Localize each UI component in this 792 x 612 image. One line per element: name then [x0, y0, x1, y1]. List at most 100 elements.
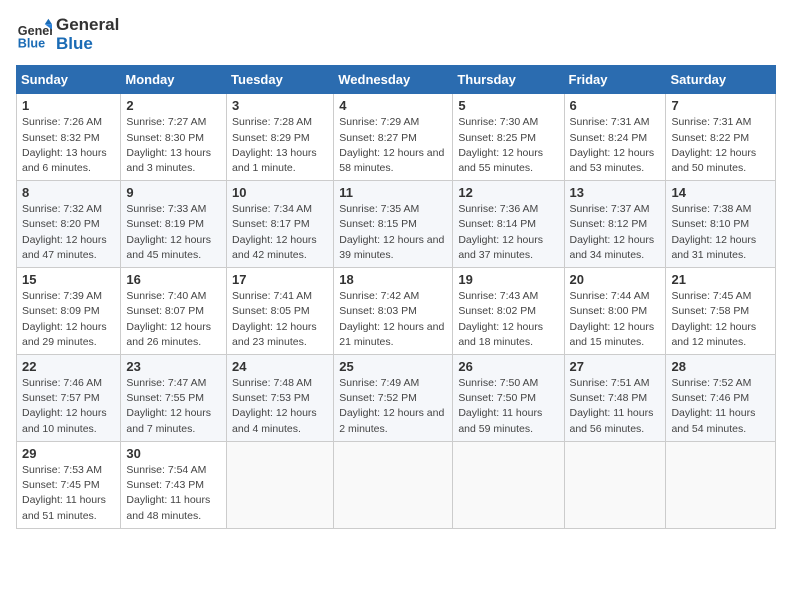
sunset-label: Sunset: 7:45 PM	[22, 479, 100, 491]
col-header-tuesday: Tuesday	[227, 66, 334, 94]
day-cell-29: 29 Sunrise: 7:53 AM Sunset: 7:45 PM Dayl…	[17, 441, 121, 528]
sunset-label: Sunset: 8:14 PM	[458, 218, 536, 230]
daylight-label: Daylight: 12 hours and 7 minutes.	[126, 407, 211, 434]
daylight-label: Daylight: 12 hours and 4 minutes.	[232, 407, 317, 434]
logo-blue: Blue	[56, 35, 119, 54]
sunrise-label: Sunrise: 7:43 AM	[458, 290, 538, 302]
calendar-week-row: 29 Sunrise: 7:53 AM Sunset: 7:45 PM Dayl…	[17, 441, 776, 528]
empty-cell	[666, 441, 776, 528]
day-info: Sunrise: 7:51 AM Sunset: 7:48 PM Dayligh…	[570, 376, 661, 437]
day-info: Sunrise: 7:43 AM Sunset: 8:02 PM Dayligh…	[458, 289, 558, 350]
sunset-label: Sunset: 8:03 PM	[339, 305, 417, 317]
day-number: 29	[22, 446, 115, 461]
daylight-label: Daylight: 12 hours and 37 minutes.	[458, 234, 543, 261]
sunset-label: Sunset: 7:48 PM	[570, 392, 648, 404]
day-number: 14	[671, 185, 770, 200]
day-number: 20	[570, 272, 661, 287]
sunrise-label: Sunrise: 7:36 AM	[458, 203, 538, 215]
day-info: Sunrise: 7:54 AM Sunset: 7:43 PM Dayligh…	[126, 463, 221, 524]
sunrise-label: Sunrise: 7:50 AM	[458, 377, 538, 389]
day-number: 24	[232, 359, 328, 374]
daylight-label: Daylight: 12 hours and 15 minutes.	[570, 321, 655, 348]
sunrise-label: Sunrise: 7:37 AM	[570, 203, 650, 215]
logo-general: General	[56, 16, 119, 35]
day-cell-13: 13 Sunrise: 7:37 AM Sunset: 8:12 PM Dayl…	[564, 181, 666, 268]
day-cell-11: 11 Sunrise: 7:35 AM Sunset: 8:15 PM Dayl…	[334, 181, 453, 268]
day-info: Sunrise: 7:33 AM Sunset: 8:19 PM Dayligh…	[126, 202, 221, 263]
sunset-label: Sunset: 7:55 PM	[126, 392, 204, 404]
day-info: Sunrise: 7:42 AM Sunset: 8:03 PM Dayligh…	[339, 289, 447, 350]
logo-icon: General Blue	[16, 17, 52, 53]
day-number: 5	[458, 98, 558, 113]
day-info: Sunrise: 7:27 AM Sunset: 8:30 PM Dayligh…	[126, 115, 221, 176]
day-cell-5: 5 Sunrise: 7:30 AM Sunset: 8:25 PM Dayli…	[453, 94, 564, 181]
sunrise-label: Sunrise: 7:44 AM	[570, 290, 650, 302]
day-cell-7: 7 Sunrise: 7:31 AM Sunset: 8:22 PM Dayli…	[666, 94, 776, 181]
daylight-label: Daylight: 11 hours and 54 minutes.	[671, 407, 755, 434]
day-cell-21: 21 Sunrise: 7:45 AM Sunset: 7:58 PM Dayl…	[666, 268, 776, 355]
daylight-label: Daylight: 12 hours and 2 minutes.	[339, 407, 444, 434]
sunset-label: Sunset: 8:32 PM	[22, 132, 100, 144]
daylight-label: Daylight: 12 hours and 26 minutes.	[126, 321, 211, 348]
sunrise-label: Sunrise: 7:31 AM	[671, 116, 751, 128]
day-info: Sunrise: 7:40 AM Sunset: 8:07 PM Dayligh…	[126, 289, 221, 350]
sunset-label: Sunset: 7:46 PM	[671, 392, 749, 404]
calendar-week-row: 22 Sunrise: 7:46 AM Sunset: 7:57 PM Dayl…	[17, 355, 776, 442]
day-info: Sunrise: 7:29 AM Sunset: 8:27 PM Dayligh…	[339, 115, 447, 176]
sunset-label: Sunset: 7:52 PM	[339, 392, 417, 404]
daylight-label: Daylight: 12 hours and 23 minutes.	[232, 321, 317, 348]
day-info: Sunrise: 7:36 AM Sunset: 8:14 PM Dayligh…	[458, 202, 558, 263]
day-number: 19	[458, 272, 558, 287]
header-row: SundayMondayTuesdayWednesdayThursdayFrid…	[17, 66, 776, 94]
sunset-label: Sunset: 8:05 PM	[232, 305, 310, 317]
daylight-label: Daylight: 12 hours and 18 minutes.	[458, 321, 543, 348]
day-cell-30: 30 Sunrise: 7:54 AM Sunset: 7:43 PM Dayl…	[121, 441, 227, 528]
daylight-label: Daylight: 13 hours and 1 minute.	[232, 147, 317, 174]
sunrise-label: Sunrise: 7:34 AM	[232, 203, 312, 215]
day-info: Sunrise: 7:44 AM Sunset: 8:00 PM Dayligh…	[570, 289, 661, 350]
sunset-label: Sunset: 7:50 PM	[458, 392, 536, 404]
sunrise-label: Sunrise: 7:48 AM	[232, 377, 312, 389]
sunrise-label: Sunrise: 7:53 AM	[22, 464, 102, 476]
sunset-label: Sunset: 8:29 PM	[232, 132, 310, 144]
sunset-label: Sunset: 8:25 PM	[458, 132, 536, 144]
day-cell-24: 24 Sunrise: 7:48 AM Sunset: 7:53 PM Dayl…	[227, 355, 334, 442]
day-info: Sunrise: 7:41 AM Sunset: 8:05 PM Dayligh…	[232, 289, 328, 350]
sunset-label: Sunset: 7:53 PM	[232, 392, 310, 404]
day-number: 4	[339, 98, 447, 113]
sunrise-label: Sunrise: 7:45 AM	[671, 290, 751, 302]
day-cell-20: 20 Sunrise: 7:44 AM Sunset: 8:00 PM Dayl…	[564, 268, 666, 355]
day-number: 8	[22, 185, 115, 200]
day-cell-19: 19 Sunrise: 7:43 AM Sunset: 8:02 PM Dayl…	[453, 268, 564, 355]
sunset-label: Sunset: 8:12 PM	[570, 218, 648, 230]
sunrise-label: Sunrise: 7:38 AM	[671, 203, 751, 215]
day-number: 6	[570, 98, 661, 113]
daylight-label: Daylight: 12 hours and 50 minutes.	[671, 147, 756, 174]
daylight-label: Daylight: 12 hours and 53 minutes.	[570, 147, 655, 174]
daylight-label: Daylight: 12 hours and 10 minutes.	[22, 407, 107, 434]
day-number: 3	[232, 98, 328, 113]
day-number: 9	[126, 185, 221, 200]
day-info: Sunrise: 7:30 AM Sunset: 8:25 PM Dayligh…	[458, 115, 558, 176]
col-header-monday: Monday	[121, 66, 227, 94]
day-cell-6: 6 Sunrise: 7:31 AM Sunset: 8:24 PM Dayli…	[564, 94, 666, 181]
empty-cell	[564, 441, 666, 528]
day-cell-27: 27 Sunrise: 7:51 AM Sunset: 7:48 PM Dayl…	[564, 355, 666, 442]
day-info: Sunrise: 7:34 AM Sunset: 8:17 PM Dayligh…	[232, 202, 328, 263]
day-number: 16	[126, 272, 221, 287]
calendar-table: SundayMondayTuesdayWednesdayThursdayFrid…	[16, 65, 776, 528]
sunrise-label: Sunrise: 7:33 AM	[126, 203, 206, 215]
day-info: Sunrise: 7:49 AM Sunset: 7:52 PM Dayligh…	[339, 376, 447, 437]
daylight-label: Daylight: 12 hours and 12 minutes.	[671, 321, 756, 348]
day-number: 28	[671, 359, 770, 374]
col-header-friday: Friday	[564, 66, 666, 94]
day-cell-25: 25 Sunrise: 7:49 AM Sunset: 7:52 PM Dayl…	[334, 355, 453, 442]
day-cell-17: 17 Sunrise: 7:41 AM Sunset: 8:05 PM Dayl…	[227, 268, 334, 355]
day-info: Sunrise: 7:37 AM Sunset: 8:12 PM Dayligh…	[570, 202, 661, 263]
day-info: Sunrise: 7:48 AM Sunset: 7:53 PM Dayligh…	[232, 376, 328, 437]
day-info: Sunrise: 7:39 AM Sunset: 8:09 PM Dayligh…	[22, 289, 115, 350]
sunset-label: Sunset: 8:22 PM	[671, 132, 749, 144]
sunrise-label: Sunrise: 7:47 AM	[126, 377, 206, 389]
daylight-label: Daylight: 12 hours and 31 minutes.	[671, 234, 756, 261]
sunset-label: Sunset: 8:19 PM	[126, 218, 204, 230]
